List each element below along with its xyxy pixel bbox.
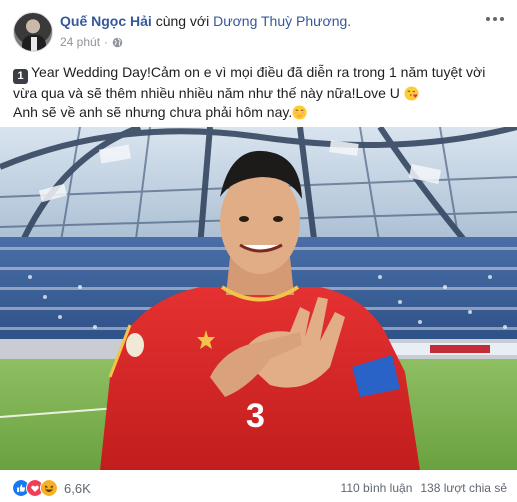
tagged-partner-link[interactable]: Dương Thuỳ Phương.	[213, 13, 351, 29]
post-photo[interactable]: 3	[0, 127, 517, 470]
more-options-icon[interactable]	[485, 9, 505, 29]
author-name-link[interactable]: Quế Ngọc Hải	[60, 13, 152, 29]
keycap-one-emoji: 1	[13, 69, 28, 84]
engagement-stats: 110 bình luận 138 lượt chia sẻ	[341, 481, 507, 495]
haha-reaction-icon	[40, 479, 58, 497]
facebook-post: Quế Ngọc Hải cùng với Dương Thuỳ Phương.…	[0, 0, 517, 502]
author-avatar[interactable]	[13, 12, 53, 52]
smiling-face-with-hand-over-mouth-emoji	[292, 105, 307, 120]
globe-icon[interactable]	[112, 37, 123, 48]
post-meta: 24 phút ·	[60, 35, 123, 49]
reaction-count[interactable]: 6,6K	[64, 481, 91, 496]
stadium-photo-illustration: 3	[0, 127, 517, 470]
post-message-line-1: 1 Year Wedding Day!Cảm on e vì mọi điều đ…	[13, 63, 508, 103]
post-message-text-2: Anh sẽ về anh sẽ nhưng chưa phải hôm nay…	[13, 104, 293, 120]
face-blowing-kiss-emoji	[404, 86, 419, 101]
comment-count-link[interactable]: 110 bình luận	[341, 481, 413, 495]
jersey-number: 3	[246, 397, 265, 435]
post-message-line-2: Anh sẽ về anh sẽ nhưng chưa phải hôm nay…	[13, 103, 508, 122]
with-text: cùng với	[155, 13, 210, 29]
post-message: 1 Year Wedding Day!Cảm on e vì mọi điều đ…	[13, 63, 508, 122]
reactions-summary[interactable]: 6,6K	[12, 479, 91, 497]
avatar-shirt	[31, 37, 37, 51]
post-header: Quế Ngọc Hải cùng với Dương Thuỳ Phương.	[60, 13, 351, 29]
post-footer: 6,6K 110 bình luận 138 lượt chia sẻ	[0, 470, 517, 502]
share-count-link[interactable]: 138 lượt chia sẻ	[420, 481, 507, 495]
meta-separator: ·	[104, 35, 109, 49]
post-timestamp[interactable]: 24 phút	[60, 35, 100, 49]
